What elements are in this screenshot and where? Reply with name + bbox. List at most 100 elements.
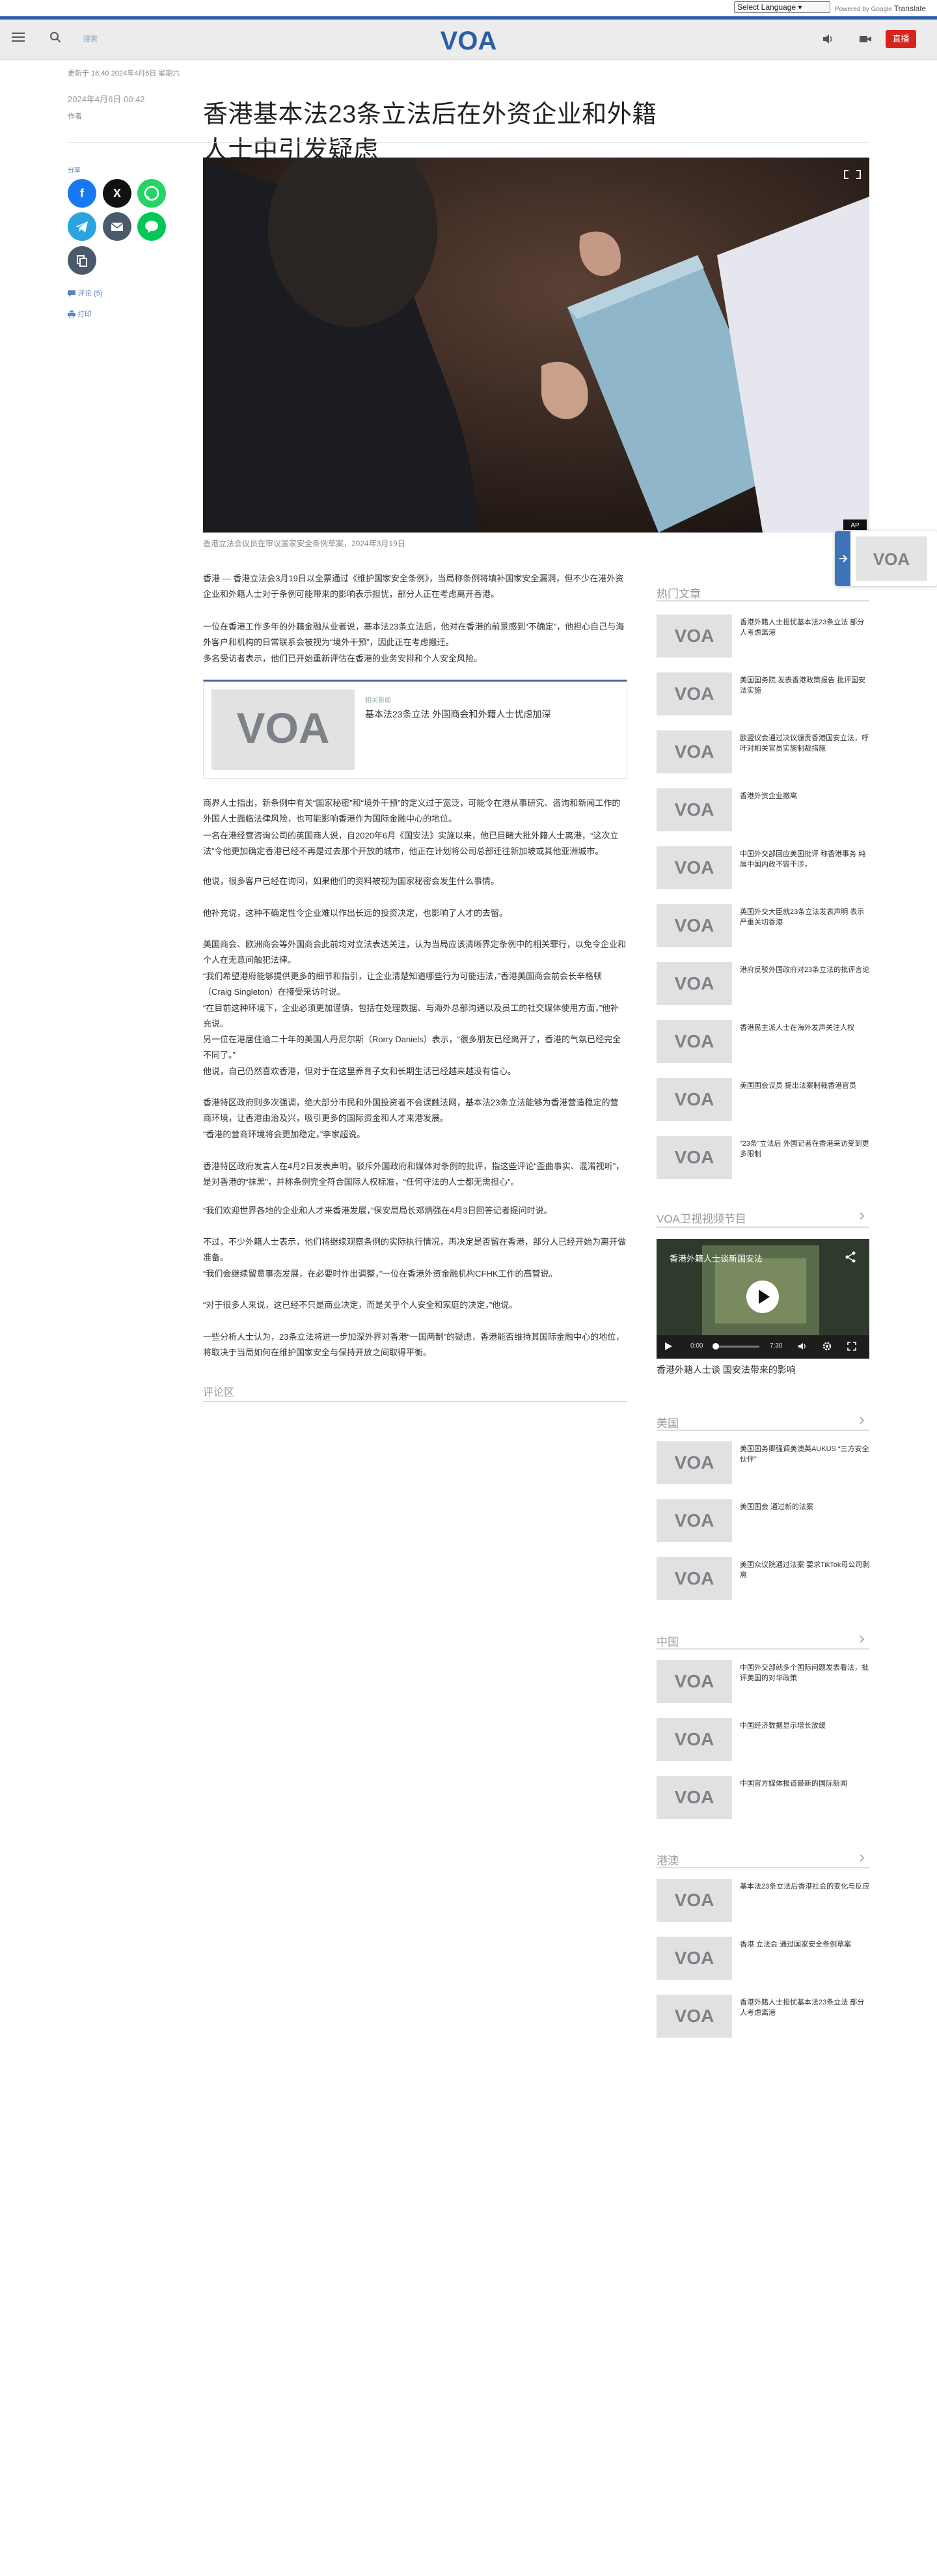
svg-text:VOA: VOA xyxy=(675,1568,714,1588)
section-heading-hk[interactable]: 港澳 xyxy=(657,1851,679,1868)
print-icon xyxy=(68,311,75,319)
video-section-heading[interactable]: VOA卫视视频节目 xyxy=(657,1210,746,1226)
list-item[interactable]: 中国外交部就多个国际问题发表看法，批评美国的对华政策 xyxy=(740,1663,870,1683)
svg-text:VOA: VOA xyxy=(441,27,497,53)
list-item[interactable]: 香港外资企业撤离 xyxy=(740,791,870,801)
copy-link-button[interactable] xyxy=(68,246,96,275)
list-item-thumbnail[interactable]: VOA xyxy=(657,1136,732,1179)
list-item[interactable]: 美国国会议员 提出法案制裁香港官员 xyxy=(740,1081,870,1091)
section-heading-usa[interactable]: 美国 xyxy=(657,1414,679,1430)
volume-icon[interactable] xyxy=(797,1341,808,1351)
list-item-thumbnail[interactable]: VOA xyxy=(657,1718,732,1761)
print-link[interactable]: 打印 xyxy=(68,309,92,319)
email-share-button[interactable] xyxy=(103,212,131,241)
list-item-thumbnail[interactable]: VOA xyxy=(657,788,732,831)
article-paragraph: 多名受访者表示，他们已开始重新评估在香港的业务安排和个人安全风险。 xyxy=(203,654,483,663)
list-item-thumbnail[interactable]: VOA xyxy=(657,904,732,947)
svg-text:VOA: VOA xyxy=(675,1147,714,1167)
list-item-thumbnail[interactable]: VOA xyxy=(657,672,732,715)
list-item-thumbnail[interactable]: VOA xyxy=(657,1995,732,2038)
fullscreen-icon[interactable] xyxy=(847,1341,857,1351)
article-paragraph: 他说，很多客户已经在询问，如果他们的资料被视为国家秘密会发生什么事情。 xyxy=(203,876,500,886)
video-progress-handle[interactable] xyxy=(713,1343,719,1350)
svg-text:VOA: VOA xyxy=(675,915,714,935)
play-button-icon[interactable] xyxy=(746,1281,779,1313)
related-title[interactable]: 基本法23条立法 外国商会和外籍人士忧虑加深 xyxy=(365,708,612,721)
list-item-thumbnail[interactable]: VOA xyxy=(657,1937,732,1980)
x-share-button[interactable]: X xyxy=(103,179,131,208)
list-item[interactable]: 美国众议院通过法案 要求TikTok母公司剥离 xyxy=(740,1560,870,1581)
play-icon[interactable] xyxy=(663,1341,673,1351)
search-label[interactable]: 搜索 xyxy=(83,33,98,44)
list-item[interactable]: 香港 立法会 通过国家安全条例草案 xyxy=(740,1939,870,1950)
list-item-thumbnail[interactable]: VOA xyxy=(657,1776,732,1819)
section-divider-china xyxy=(657,1648,869,1650)
chevron-right-icon[interactable] xyxy=(858,1854,865,1862)
article-paragraph: 香港特区政府发言人在4月2日发表声明，驳斥外国政府和媒体对条例的批评，指这些评论… xyxy=(203,1161,625,1187)
svg-text:VOA: VOA xyxy=(675,973,714,993)
list-item[interactable]: 港府反驳外国政府对23条立法的批评言论 xyxy=(740,965,870,975)
menu-icon[interactable] xyxy=(12,33,25,43)
list-item[interactable]: 中国外交部回应美国批评 称香港事务 纯属中国内政不容干涉， xyxy=(740,849,870,870)
popular-heading: 热门文章 xyxy=(657,588,701,600)
search-icon[interactable] xyxy=(49,31,61,43)
list-item[interactable]: 中国官方媒体报道最新的国际新闻 xyxy=(740,1779,870,1789)
list-item-thumbnail[interactable]: VOA xyxy=(657,1078,732,1121)
voa-logo[interactable]: VOA xyxy=(435,26,502,53)
list-item[interactable]: 基本法23条立法后香港社会的变化与反应 xyxy=(740,1881,870,1892)
chevron-right-icon[interactable] xyxy=(858,1635,865,1643)
list-item-thumbnail[interactable]: VOA xyxy=(657,1020,732,1063)
telegram-share-button[interactable] xyxy=(68,212,96,241)
list-item-thumbnail[interactable]: VOA xyxy=(657,846,732,889)
related-article-card[interactable]: VOA 相关新闻 基本法23条立法 外国商会和外籍人士忧虑加深 xyxy=(203,680,627,779)
settings-icon[interactable] xyxy=(822,1341,832,1351)
list-item[interactable]: 欧盟议会通过决议谴责香港国安立法，呼吁对相关官员实施制裁措施 xyxy=(740,733,870,754)
chevron-right-icon[interactable] xyxy=(858,1417,865,1424)
floating-mini-player[interactable]: VOA xyxy=(835,531,937,586)
list-item-thumbnail[interactable]: VOA xyxy=(657,1499,732,1542)
comments-link-label: 评论 (5) xyxy=(77,290,103,298)
audio-icon[interactable] xyxy=(821,33,834,46)
list-item[interactable]: 中国经济数据显示增长放缓 xyxy=(740,1721,870,1731)
related-thumbnail: VOA xyxy=(211,689,355,770)
video-current-time: 0:00 xyxy=(690,1342,703,1350)
list-item[interactable]: 美国国务卿强调美澳英AUKUS “三方安全伙伴” xyxy=(740,1444,870,1465)
whatsapp-share-button[interactable] xyxy=(137,179,166,208)
chevron-right-icon[interactable] xyxy=(858,1212,865,1220)
section-divider-usa xyxy=(657,1430,869,1431)
x-icon: X xyxy=(113,187,121,200)
svg-text:VOA: VOA xyxy=(675,1671,714,1691)
video-caption[interactable]: 香港外籍人士谈 国安法带来的影响 xyxy=(657,1363,796,1376)
list-item-thumbnail[interactable]: VOA xyxy=(657,1879,732,1922)
facebook-share-button[interactable]: f xyxy=(68,179,96,208)
email-icon xyxy=(111,223,124,231)
list-item[interactable]: 香港外籍人士担忧基本法23条立法 部分人考虑离港 xyxy=(740,617,870,638)
list-item[interactable]: 香港民主派人士在海外发声关注人权 xyxy=(740,1023,870,1033)
list-item[interactable]: 美国国会 通过新的法案 xyxy=(740,1502,870,1512)
list-item[interactable]: 英国外交大臣就23条立法发表声明 表示严重关切香港 xyxy=(740,907,870,928)
author-label: 作者 xyxy=(68,113,82,120)
list-item-thumbnail[interactable]: VOA xyxy=(657,615,732,658)
list-item[interactable]: “23条”立法后 外国记者在香港采访受到更多限制 xyxy=(740,1139,870,1159)
list-item[interactable]: 美国国务院 发表香港政策报告 批评国安法实施 xyxy=(740,675,870,696)
list-item[interactable]: 香港外籍人士担忧基本法23条立法 部分人考虑离港 xyxy=(740,1997,870,2018)
share-icon[interactable] xyxy=(844,1251,857,1264)
list-item-thumbnail[interactable]: VOA xyxy=(657,1441,732,1484)
video-section-divider xyxy=(657,1226,869,1228)
svg-text:VOA: VOA xyxy=(675,1890,714,1910)
list-item-thumbnail[interactable]: VOA xyxy=(657,730,732,773)
video-progress-track[interactable] xyxy=(714,1346,759,1348)
live-button[interactable]: 直播 xyxy=(886,30,916,48)
section-heading-china[interactable]: 中国 xyxy=(657,1633,679,1649)
comments-link[interactable]: 评论 (5) xyxy=(68,288,103,298)
line-share-button[interactable] xyxy=(137,212,166,241)
comments-heading: 评论区 xyxy=(203,1387,235,1398)
article-paragraph: “我们希望港府能够提供更多的细节和指引，让企业清楚知道哪些行为可能违法，”香港美… xyxy=(203,971,603,997)
language-select[interactable]: Select Language ▾ xyxy=(734,1,830,13)
list-item-thumbnail[interactable]: VOA xyxy=(657,1557,732,1600)
video-camera-icon[interactable] xyxy=(859,33,872,45)
article-paragraph: 一些分析人士认为，23条立法将进一步加深外界对香港“一国两制”的疑虑，香港能否维… xyxy=(203,1332,625,1357)
list-item-thumbnail[interactable]: VOA xyxy=(657,962,732,1005)
video-player[interactable]: 香港外籍人士谈新国安法 0:00 7:30 xyxy=(657,1239,869,1359)
list-item-thumbnail[interactable]: VOA xyxy=(657,1660,732,1703)
